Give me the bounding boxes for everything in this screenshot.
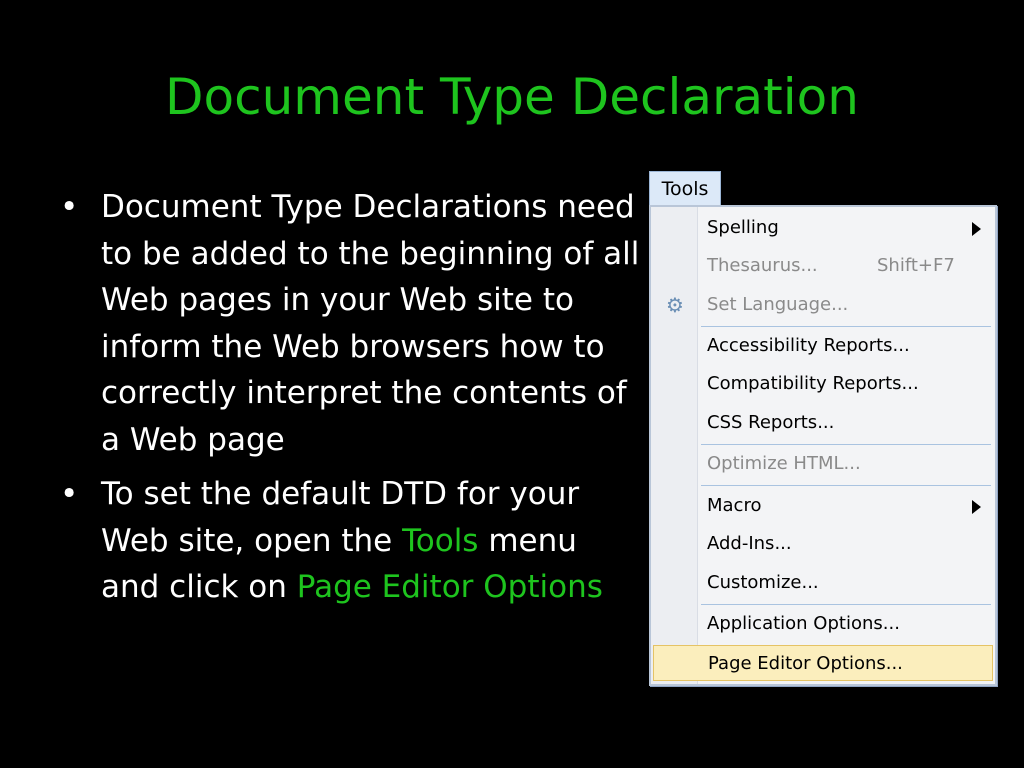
bullet-text: Document Type Declarations need to be ad… [101,189,640,458]
menu-item-css-reports[interactable]: CSS Reports... [655,405,991,441]
menu-item-label: Optimize HTML... [707,453,861,474]
menu-item-label: CSS Reports... [707,412,835,433]
tools-highlight: Tools [402,522,479,559]
tools-dropdown: Spelling Thesaurus... Shift+F7 ⚙ Set Lan… [649,205,997,686]
page-editor-options-highlight: Page Editor Options [296,569,603,605]
submenu-arrow-icon [972,222,981,236]
menu-item-spelling[interactable]: Spelling [655,210,991,246]
menu-item-label: Accessibility Reports... [707,335,910,356]
menu-separator [701,604,991,605]
menu-item-set-language[interactable]: ⚙ Set Language... [655,287,991,323]
bullet-item: Document Type Declarations need to be ad… [60,184,640,463]
submenu-arrow-icon [972,500,981,514]
menu-item-add-ins[interactable]: Add-Ins... [655,526,991,562]
menu-item-accessibility-reports[interactable]: Accessibility Reports... [655,328,991,364]
menu-item-application-options[interactable]: Application Options... [655,606,991,642]
menu-item-label: Set Language... [707,294,849,315]
menu-item-label: Page Editor Options... [708,653,903,674]
bullet-item: To set the default DTD for your Web site… [60,471,640,611]
menu-item-label: Macro [707,495,762,516]
menu-item-label: Thesaurus... [707,255,818,276]
bullet-list: Document Type Declarations need to be ad… [60,184,640,619]
menu-separator [701,485,991,486]
tools-menu-tab[interactable]: Tools [649,171,721,206]
slide-title: Document Type Declaration [165,68,859,126]
menu-separator [701,444,991,445]
menu-separator [701,326,991,327]
menu-item-label: Spelling [707,217,779,238]
language-gear-icon: ⚙ [666,293,684,317]
menu-item-page-editor-options[interactable]: Page Editor Options... [653,645,993,681]
menu-item-optimize-html[interactable]: Optimize HTML... [655,446,991,482]
menu-item-label: Compatibility Reports... [707,373,919,394]
tools-menu-screenshot: Tools Spelling Thesaurus... Shift+F7 ⚙ S… [649,171,997,686]
menu-item-customize[interactable]: Customize... [655,565,991,601]
menu-item-macro[interactable]: Macro [655,488,991,524]
menu-item-thesaurus[interactable]: Thesaurus... Shift+F7 [655,248,991,284]
menu-item-compatibility-reports[interactable]: Compatibility Reports... [655,366,991,402]
menu-item-label: Add-Ins... [707,533,792,554]
menu-item-label: Customize... [707,572,819,593]
menu-item-label: Application Options... [707,613,900,634]
menu-item-shortcut: Shift+F7 [877,255,955,276]
